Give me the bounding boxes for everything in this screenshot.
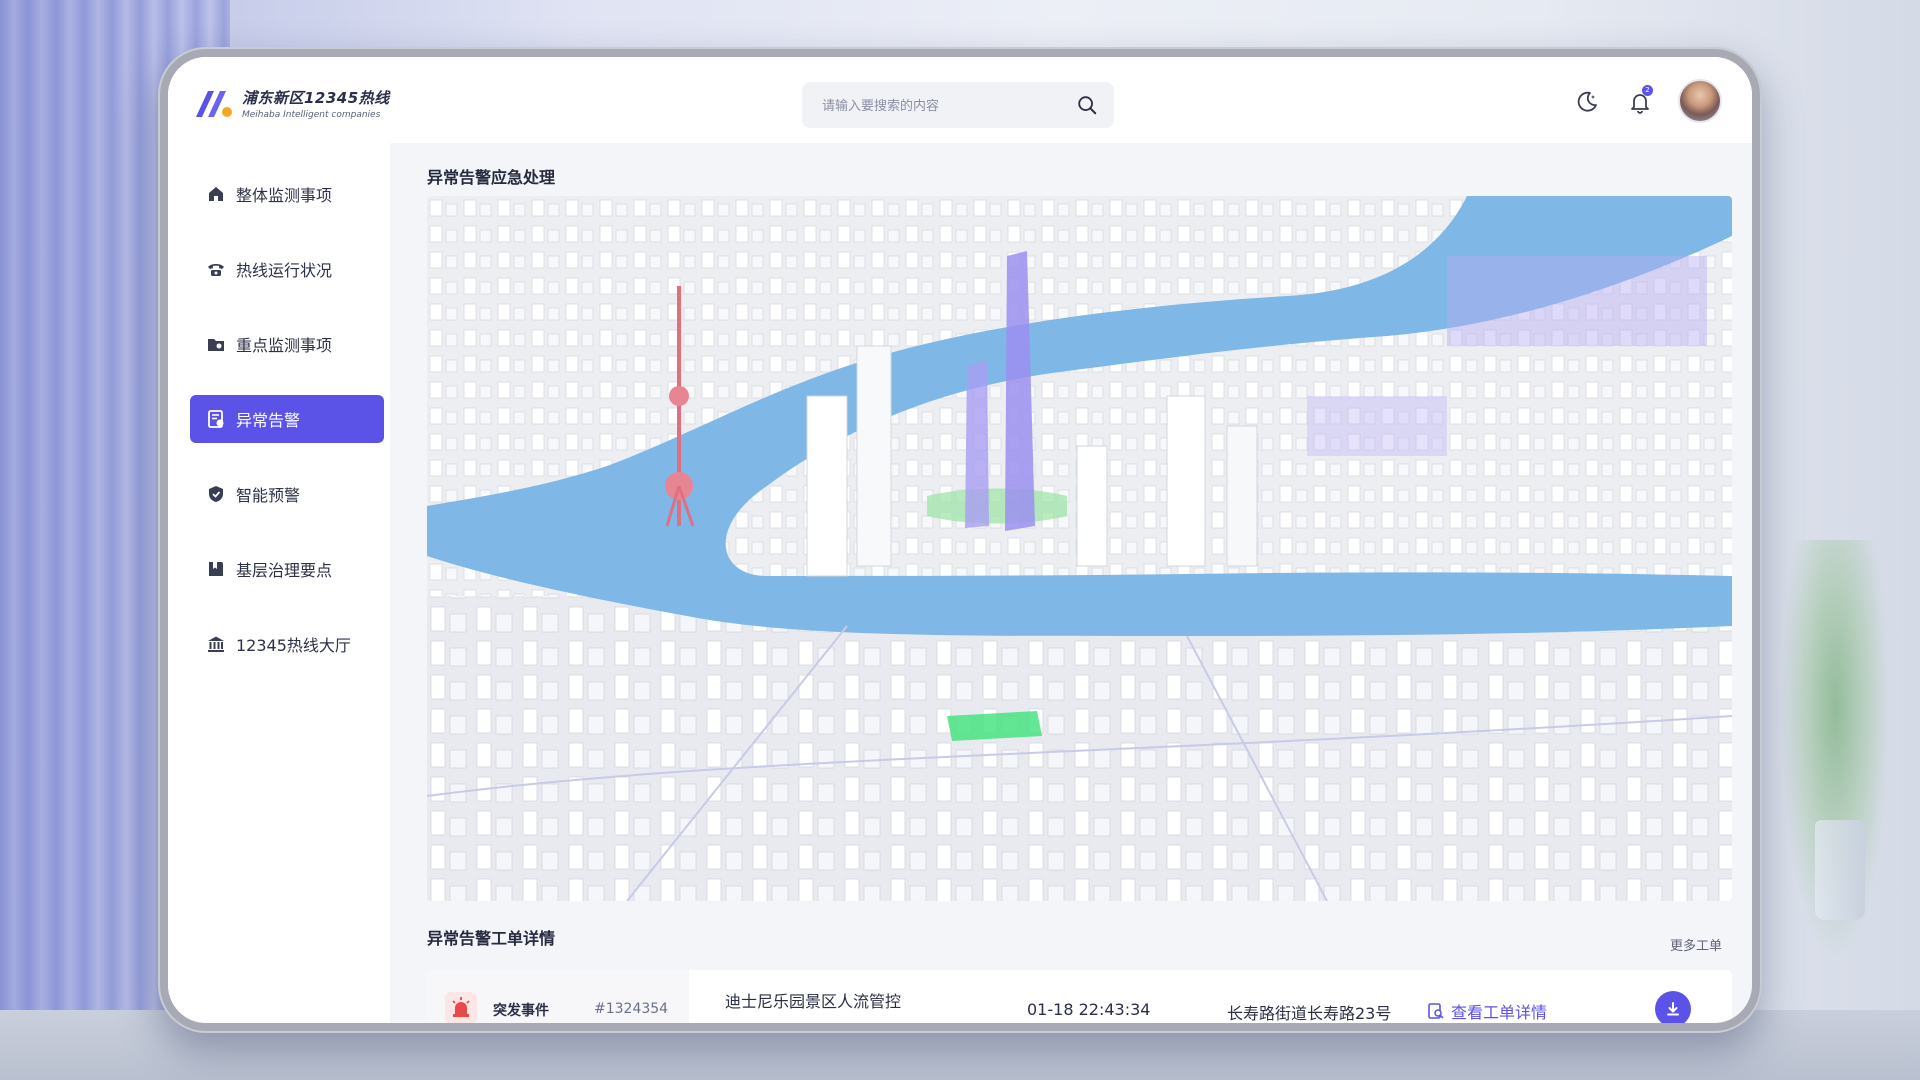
- app-screen: 浦东新区12345热线 Meihaba Intelligent companie…: [168, 57, 1752, 1023]
- shield-icon: [209, 486, 223, 502]
- city-3d-map[interactable]: [427, 196, 1732, 901]
- phone-icon: [208, 264, 224, 276]
- sidebar-item-overall-monitoring[interactable]: 整体监测事项: [190, 170, 384, 218]
- user-avatar[interactable]: [1678, 79, 1722, 123]
- order-type: 突发事件: [493, 1003, 549, 1019]
- app-title: 浦东新区12345热线: [242, 88, 390, 107]
- order-time: 01-18 22:43:34: [1027, 1000, 1151, 1019]
- sidebar-item-smart-warning[interactable]: 智能预警: [190, 470, 384, 518]
- home-icon: [209, 187, 223, 201]
- search-box: [802, 82, 1114, 128]
- orders-section-title: 异常告警工单详情: [427, 929, 556, 948]
- more-orders-link[interactable]: 更多工单: [1670, 935, 1722, 954]
- sidebar-item-key-monitoring[interactable]: 重点监测事项: [190, 320, 384, 368]
- sidebar-item-hotline-hall[interactable]: 12345热线大厅: [190, 620, 384, 668]
- sidebar-item-label: 重点监测事项: [236, 336, 333, 355]
- sidebar-item-label: 异常告警: [236, 411, 301, 430]
- app-subtitle: Meihaba Intelligent companies: [242, 109, 381, 120]
- folder-icon: [208, 339, 224, 351]
- sidebar-item-label: 智能预警: [236, 486, 301, 505]
- table-row[interactable]: 突发事件 #1324354 迪士尼乐园景区人流管控 01-18 22:43:34…: [427, 970, 1732, 1023]
- top-header: 浦东新区12345热线 Meihaba Intelligent companie…: [168, 57, 1752, 143]
- sidebar-item-abnormal-alarm[interactable]: 异常告警: [190, 395, 384, 443]
- document-search-icon: [1428, 1003, 1444, 1019]
- notification-badge: 2: [1642, 85, 1653, 96]
- book-icon: [209, 562, 223, 576]
- sidebar-item-label: 整体监测事项: [236, 186, 333, 205]
- sidebar-item-label: 基层治理要点: [236, 561, 333, 580]
- map-section-title: 异常告警应急处理: [427, 168, 556, 187]
- city-map-graphic: [427, 196, 1732, 901]
- logo-mark-icon: [196, 91, 232, 117]
- order-address: 长寿路街道长寿路23号: [1227, 1004, 1392, 1023]
- sidebar-item-label: 12345热线大厅: [236, 636, 351, 655]
- view-order-detail-label: 查看工单详情: [1451, 1003, 1548, 1022]
- download-icon: [1667, 1002, 1679, 1016]
- alarm-siren-icon: [445, 992, 477, 1023]
- alert-document-icon: [208, 410, 224, 428]
- view-order-detail-link[interactable]: 查看工单详情: [1427, 999, 1547, 1023]
- search-icon[interactable]: [1076, 94, 1098, 116]
- sidebar-item-label: 热线运行状况: [236, 261, 333, 280]
- download-button[interactable]: [1655, 991, 1691, 1023]
- order-type-cell: 突发事件 #1324354: [427, 970, 689, 1023]
- app-logo[interactable]: 浦东新区12345热线 Meihaba Intelligent companie…: [194, 85, 390, 121]
- order-title: 迪士尼乐园景区人流管控: [725, 992, 902, 1011]
- bank-icon: [208, 636, 224, 652]
- order-id: #1324354: [594, 1001, 669, 1017]
- sidebar: 整体监测事项 热线运行状况 重点监测事项 异常告警 智能预警 基层治理要点 12…: [168, 143, 390, 1023]
- moon-icon[interactable]: [1575, 90, 1599, 114]
- sidebar-item-grassroots-governance[interactable]: 基层治理要点: [190, 545, 384, 593]
- search-input[interactable]: [820, 94, 1064, 118]
- device-frame: 浦东新区12345热线 Meihaba Intelligent companie…: [158, 47, 1762, 1033]
- background-vase: [1815, 820, 1865, 920]
- sidebar-item-hotline-status[interactable]: 热线运行状况: [190, 245, 384, 293]
